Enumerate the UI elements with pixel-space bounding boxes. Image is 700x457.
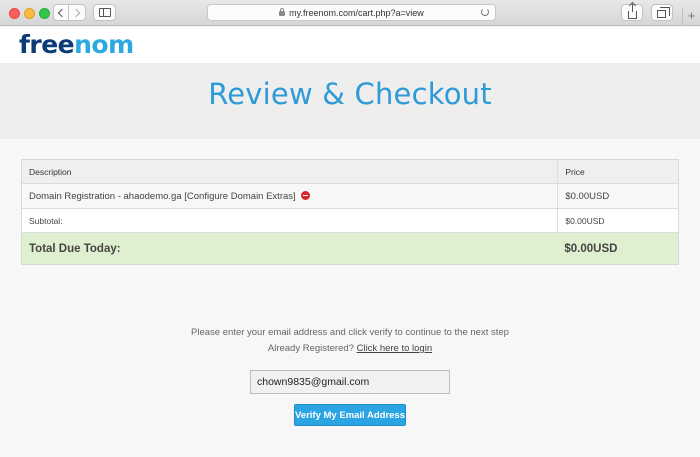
email-section: Please enter your email address and clic… [0,325,700,357]
verify-email-button[interactable]: Verify My Email Address [294,404,406,426]
subtotal-label: Subtotal: [29,215,63,226]
already-registered-line: Already Registered? Click here to login [0,341,700,357]
total-row: Total Due Today: $0.00USD [22,232,678,264]
title-band: Review & Checkout [0,63,700,139]
share-button[interactable] [621,3,643,21]
header-price: Price [557,160,678,183]
close-window-button[interactable] [9,8,20,19]
maximize-window-button[interactable] [39,8,50,19]
chevron-left-icon [57,8,67,17]
browser-toolbar: my.freenom.com/cart.php?a=view + [0,0,700,26]
subtotal-value: $0.00USD [557,209,678,232]
email-instruction: Please enter your email address and clic… [191,327,509,338]
address-bar[interactable]: my.freenom.com/cart.php?a=view [207,4,496,21]
subtotal-row: Subtotal: $0.00USD [22,208,678,232]
logo-text-free: free [19,30,75,59]
share-icon [627,3,637,19]
table-header-row: Description Price [22,160,678,183]
show-tabs-button[interactable] [651,4,673,21]
sidebar-icon [98,8,111,17]
email-field[interactable] [250,370,450,394]
logo-text-nom: nom [74,30,134,59]
site-header: freenom [0,27,700,63]
item-price: $0.00USD [557,184,678,208]
item-description: Domain Registration - ahaodemo.ga [Confi… [22,190,557,202]
total-value: $0.00USD [564,242,618,255]
minimize-window-button[interactable] [24,8,35,19]
table-row: Domain Registration - ahaodemo.ga [Confi… [22,183,678,208]
already-registered-text: Already Registered? [267,343,357,354]
lock-icon [279,8,286,16]
reload-icon[interactable] [481,8,489,16]
tabs-icon [656,6,670,18]
chevron-right-icon [71,8,81,17]
freenom-logo[interactable]: freenom [19,30,134,59]
total-label: Total Due Today: [29,242,121,255]
sidebar-toggle-button[interactable] [93,4,116,21]
new-tab-button[interactable]: + [682,8,700,26]
url-text: my.freenom.com/cart.php?a=view [289,7,424,18]
login-link[interactable]: Click here to login [357,343,433,354]
cart-table: Description Price Domain Registration - … [21,159,679,265]
forward-button[interactable] [68,4,86,21]
remove-icon[interactable] [301,190,311,200]
item-description-text: Domain Registration - ahaodemo.ga [Confi… [29,190,296,202]
header-description: Description [29,166,72,177]
page-title: Review & Checkout [208,77,492,111]
back-button[interactable] [53,4,69,21]
